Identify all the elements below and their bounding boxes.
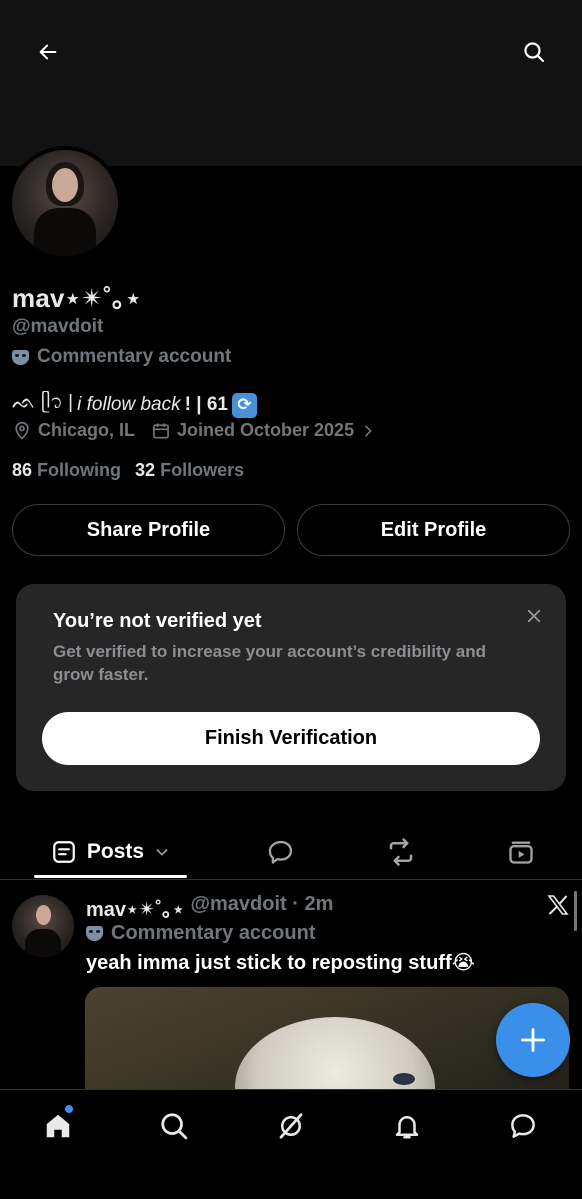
profile-tabs: Posts — [0, 826, 582, 880]
scrollbar[interactable] — [574, 891, 577, 931]
edit-profile-button[interactable]: Edit Profile — [297, 504, 570, 556]
location-text: Chicago, IL — [38, 420, 136, 440]
share-profile-button[interactable]: Share Profile — [12, 504, 285, 556]
search-icon — [524, 42, 545, 63]
reply-icon — [268, 840, 293, 864]
bottom-nav — [0, 1089, 582, 1199]
verification-title: You’re not verified yet — [53, 610, 262, 632]
profile-handle: @mavdoit — [12, 316, 104, 337]
nav-messages[interactable] — [501, 1104, 545, 1148]
tab-media[interactable] — [498, 826, 544, 878]
post-meta: @mavdoit · 2m — [190, 893, 334, 915]
post-avatar[interactable] — [12, 895, 74, 957]
close-icon — [527, 609, 541, 623]
post-author-name: mav⋆✴︎˚｡⋆ — [86, 899, 185, 921]
back-button[interactable] — [26, 30, 70, 74]
message-icon — [511, 1114, 535, 1138]
location: Chicago, IL — [12, 420, 135, 441]
verification-card: You’re not verified yet Get verified to … — [16, 584, 566, 791]
bio-italic: i follow back — [77, 394, 181, 415]
close-button[interactable] — [520, 602, 548, 630]
account-label: Commentary account — [12, 346, 231, 368]
media-icon — [509, 841, 533, 864]
nav-notifications[interactable] — [385, 1104, 429, 1148]
bell-icon — [395, 1116, 419, 1139]
chevron-down-icon — [156, 849, 168, 856]
grok-icon — [279, 1113, 303, 1139]
tab-replies[interactable] — [258, 826, 304, 878]
finish-verification-button[interactable]: Finish Verification — [42, 712, 540, 765]
tab-posts-label: Posts — [86, 840, 145, 863]
home-icon — [46, 1114, 70, 1138]
post-label-text: Commentary account — [111, 922, 316, 944]
profile-meta: Chicago, IL Joined October 2025 — [12, 420, 392, 441]
mask-icon — [12, 349, 29, 365]
notification-dot — [65, 1105, 73, 1113]
post-text: yeah imma just stick to reposting stuff😭 — [86, 952, 475, 974]
calendar-icon — [153, 423, 169, 438]
bio-prefix: ᨒ ᥫ᭡ | — [12, 392, 74, 413]
location-pin-icon — [15, 421, 29, 440]
followers-link[interactable]: 32 Followers — [135, 460, 244, 481]
tab-reposts[interactable] — [378, 826, 424, 878]
search-icon — [161, 1113, 188, 1140]
nav-grok[interactable] — [269, 1104, 313, 1148]
verification-text: Get verified to increase your account’s … — [53, 642, 487, 684]
mask-icon — [86, 926, 103, 941]
compose-button[interactable] — [496, 1003, 570, 1077]
posts-icon — [53, 841, 75, 863]
sync-icon: ⟳ — [231, 392, 257, 418]
nav-home[interactable] — [36, 1104, 80, 1148]
chevron-right-icon — [365, 425, 372, 436]
x-logo-icon — [544, 891, 572, 919]
bio-suffix: ! | 61 — [184, 394, 228, 415]
profile-bio: ᨒ ᥫ᭡ | i follow back ! | 61 ⟳ — [12, 388, 257, 422]
arrow-left-icon — [39, 44, 57, 60]
post-header: mav⋆✴︎˚｡⋆ @mavdoit · 2m — [86, 893, 333, 922]
following-link[interactable]: 86 Following — [12, 460, 121, 481]
plus-icon — [521, 1028, 545, 1052]
post-item[interactable]: mav⋆✴︎˚｡⋆ @mavdoit · 2m Commentary accou… — [0, 881, 582, 1091]
profile-banner — [0, 0, 582, 166]
joined-text: Joined October 2025 — [177, 420, 355, 440]
tab-posts[interactable]: Posts — [34, 826, 187, 878]
account-label-text: Commentary account — [37, 346, 232, 367]
active-tab-indicator — [34, 875, 187, 878]
search-button[interactable] — [512, 30, 556, 74]
follow-stats: 86 Following 32 Followers — [12, 460, 244, 481]
post-account-label: Commentary account — [86, 922, 316, 945]
avatar[interactable] — [12, 150, 118, 256]
repost-icon — [389, 838, 413, 866]
profile-name: mav⋆✴︎˚｡⋆ — [12, 283, 142, 313]
nav-search[interactable] — [152, 1104, 196, 1148]
joined-date[interactable]: Joined October 2025 — [151, 420, 376, 441]
